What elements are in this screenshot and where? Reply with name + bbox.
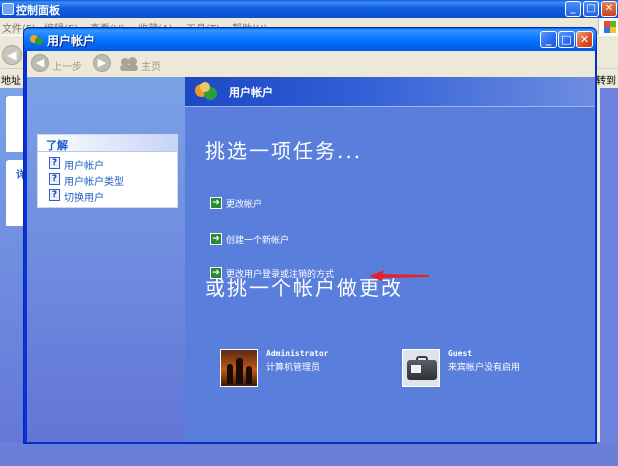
user-accounts-window: 用户帐户 _ □ ✕ ◀ 上一步 ▶ 主页 了解 ? 用户帐户 ? 用户帐户类型 [23,27,597,444]
account-administrator[interactable]: Administrator 计算机管理员 [220,349,380,389]
chess-avatar-icon [220,349,258,387]
close-button[interactable]: ✕ [576,31,593,48]
back-arrow-icon[interactable]: ◀ [31,54,49,72]
pick-account-heading: 或挑一个帐户做更改 [205,276,403,300]
user-accounts-header-icon [195,82,219,102]
main-header: 用户帐户 [185,77,595,107]
user-accounts-icon [30,33,43,46]
control-panel-maximize-button[interactable]: □ [583,1,599,17]
task-create-account[interactable]: ➔ 创建一个新帐户 [210,233,510,247]
green-arrow-icon: ➔ [210,197,222,209]
control-panel-close-button[interactable]: ✕ [601,1,617,17]
control-panel-titlebar[interactable]: 控制面板 _ □ ✕ [0,0,618,18]
control-panel-back-icon[interactable]: ◀ [2,45,22,65]
learn-item-label: 用户帐户 [64,161,104,172]
help-icon: ? [49,173,60,185]
account-type: 计算机管理员 [266,363,321,373]
learn-item-switch-users[interactable]: ? 切换用户 [49,189,175,204]
green-arrow-icon: ➔ [210,233,222,245]
goto-button[interactable]: 转到 [596,72,616,87]
learn-item-user-accounts[interactable]: ? 用户帐户 [49,157,175,172]
control-panel-content-edge [600,88,618,466]
account-name: Guest [448,349,473,358]
task-sidebar: 了解 ? 用户帐户 ? 用户帐户类型 ? 切换用户 [27,77,185,442]
control-panel-bottom-edge [0,442,618,466]
maximize-button[interactable]: □ [558,31,575,48]
main-header-title: 用户帐户 [229,86,273,99]
back-button-label[interactable]: 上一步 [52,58,82,73]
account-status: 来宾帐户没有启用 [448,363,521,373]
account-name: Administrator [266,349,329,358]
learn-item-label: 用户帐户类型 [64,177,124,188]
home-users-icon[interactable] [120,56,138,71]
learn-panel: 了解 ? 用户帐户 ? 用户帐户类型 ? 切换用户 [37,134,178,208]
forward-arrow-icon[interactable]: ▶ [93,54,111,72]
task-label: 更改帐户 [226,200,263,210]
account-guest[interactable]: Guest 来宾帐户没有启用 [402,349,552,389]
learn-panel-title: 了解 [46,139,68,152]
window-title: 用户帐户 [47,34,96,48]
windows-logo-icon [598,18,618,35]
navigation-toolbar: ◀ 上一步 ▶ 主页 [27,51,595,77]
minimize-button[interactable]: _ [540,31,557,48]
help-icon: ? [49,157,60,169]
learn-item-label: 切换用户 [64,193,104,204]
control-panel-icon [2,3,14,15]
main-content: 用户帐户 挑选一项任务... ➔ 更改帐户 ➔ 创建一个新帐户 ➔ 更改用户登录… [185,77,595,442]
learn-panel-header: 了解 [38,135,177,152]
learn-item-account-types[interactable]: ? 用户帐户类型 [49,173,175,188]
control-panel-minimize-button[interactable]: _ [565,1,581,17]
suitcase-avatar-icon [402,349,440,387]
control-panel-title: 控制面板 [16,4,60,17]
user-accounts-titlebar[interactable]: 用户帐户 _ □ ✕ [24,28,596,51]
task-label: 创建一个新帐户 [226,236,290,246]
address-label: 地址 [1,76,21,87]
home-button-label[interactable]: 主页 [141,58,161,73]
help-icon: ? [49,189,60,201]
task-change-account[interactable]: ➔ 更改帐户 [210,197,510,211]
pick-task-heading: 挑选一项任务... [205,139,363,163]
